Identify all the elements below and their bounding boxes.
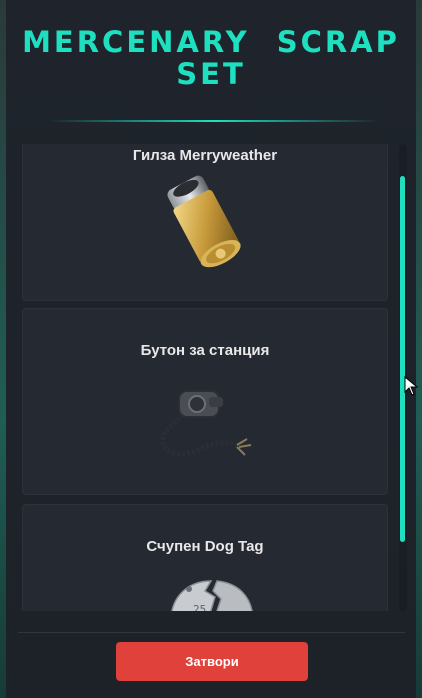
item-card: Гилза Merryweather <box>22 144 388 301</box>
bullet-casing-icon <box>167 175 241 268</box>
radio-microphone-icon <box>160 390 252 457</box>
item-list[interactable]: Гилза Merryweather Бутон за станция Счуп… <box>22 144 388 611</box>
item-label: Бутон за станция <box>140 342 270 359</box>
footer-divider <box>18 632 405 633</box>
item-card: Бутон за станция <box>22 308 388 495</box>
item-label: Гилза Merryweather <box>132 147 278 164</box>
mouse-cursor-icon <box>404 376 418 396</box>
item-label: Счупен Dog Tag <box>146 538 264 555</box>
close-button[interactable]: Затвори <box>116 642 308 681</box>
background-right-edge <box>416 0 422 698</box>
broken-dog-tag-icon: 25 <box>171 580 253 611</box>
scrap-set-dialog: MERCENARY SCRAP SET Гилза Merryweather Б… <box>6 0 416 698</box>
item-card: Счупен Dog Tag 25 <box>22 504 388 611</box>
title-divider <box>48 120 380 122</box>
dialog-title: MERCENARY SCRAP SET <box>22 25 400 91</box>
scrollbar-thumb[interactable] <box>400 176 405 542</box>
svg-text:25: 25 <box>193 603 206 611</box>
